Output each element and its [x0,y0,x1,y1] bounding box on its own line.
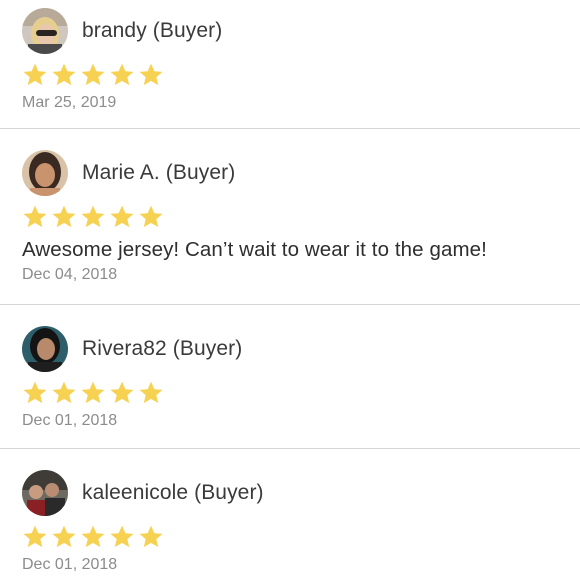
star-icon [109,62,135,88]
review-text: Awesome jersey! Can’t wait to wear it to… [22,238,487,261]
star-icon [22,524,48,550]
avatar-photo-icon [22,8,68,54]
star-icon [22,204,48,230]
reviewer-name[interactable]: brandy (Buyer) [82,19,222,43]
avatar[interactable] [22,150,68,196]
avatar[interactable] [22,470,68,516]
star-icon [51,62,77,88]
avatar-photo-icon [22,326,68,372]
star-rating [22,524,580,550]
star-rating [22,62,580,88]
review-date: Dec 01, 2018 [22,412,118,429]
star-icon [22,380,48,406]
review-list: brandy (Buyer) Mar 25, 2019 Marie A. (Bu… [0,0,580,580]
star-rating [22,204,580,230]
star-icon [80,524,106,550]
reviewer-name[interactable]: Rivera82 (Buyer) [82,337,242,361]
review-date: Dec 01, 2018 [22,556,118,573]
star-icon [138,62,164,88]
reviewer-name[interactable]: Marie A. (Buyer) [82,161,235,185]
review-item: Marie A. (Buyer) Awesome jersey! Can’t w… [0,129,580,305]
star-icon [138,380,164,406]
review-date: Mar 25, 2019 [22,94,117,111]
review-item: kaleenicole (Buyer) Dec 01, 2018 [0,449,580,580]
star-icon [138,204,164,230]
review-date: Dec 04, 2018 [22,266,118,283]
review-header: Marie A. (Buyer) [22,150,580,196]
star-icon [109,380,135,406]
star-icon [80,62,106,88]
review-item: brandy (Buyer) Mar 25, 2019 [0,0,580,129]
review-header: kaleenicole (Buyer) [22,470,580,516]
star-icon [51,204,77,230]
review-header: brandy (Buyer) [22,8,580,54]
avatar-photo-icon [22,150,68,196]
star-icon [22,62,48,88]
review-item: Rivera82 (Buyer) Dec 01, 2018 [0,305,580,449]
star-icon [80,380,106,406]
reviewer-name[interactable]: kaleenicole (Buyer) [82,481,264,505]
avatar-photo-icon [22,470,68,516]
avatar[interactable] [22,8,68,54]
star-icon [51,380,77,406]
star-icon [109,204,135,230]
star-icon [51,524,77,550]
star-icon [138,524,164,550]
review-header: Rivera82 (Buyer) [22,326,580,372]
avatar[interactable] [22,326,68,372]
star-rating [22,380,580,406]
star-icon [109,524,135,550]
star-icon [80,204,106,230]
